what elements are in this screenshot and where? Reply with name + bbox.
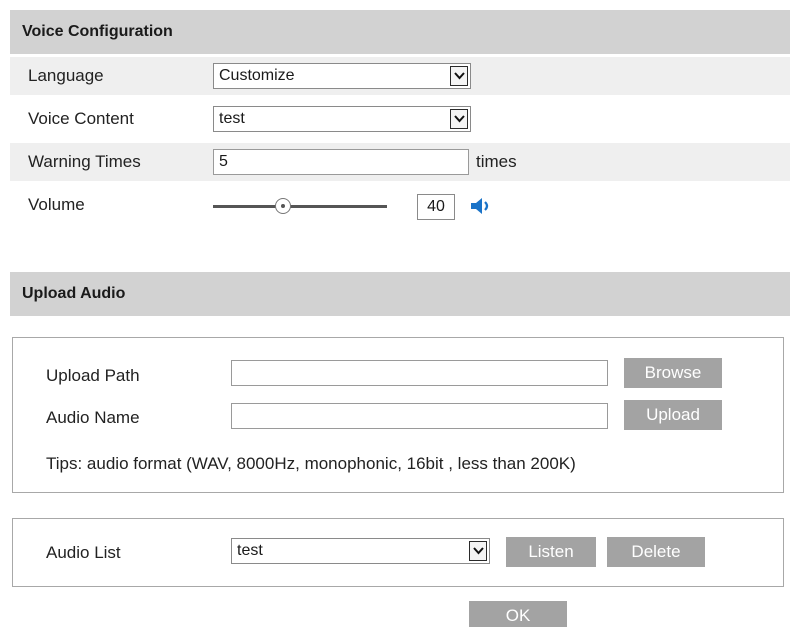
speaker-volume-icon[interactable] [470,196,496,221]
volume-slider-track[interactable] [213,205,387,208]
language-row: Language Customize [10,57,790,95]
volume-slider-thumb[interactable] [274,198,291,214]
language-select[interactable]: Customize [213,63,471,89]
voice-content-select-value: test [219,110,245,127]
audio-name-label: Audio Name [46,408,140,427]
chevron-down-icon[interactable] [450,66,468,86]
delete-button[interactable]: Delete [607,537,705,567]
warning-times-row: Warning Times times [10,143,790,181]
audio-name-input[interactable] [231,403,608,429]
audio-list-select-value: test [237,542,263,559]
voice-content-label: Voice Content [28,109,134,128]
language-label: Language [28,66,104,85]
volume-row: Volume 40 [10,186,790,224]
audio-list-panel: Audio List test Listen Delete [12,518,784,587]
voice-configuration-title: Voice Configuration [22,23,173,40]
voice-content-row: Voice Content test [10,100,790,138]
volume-label: Volume [28,195,85,214]
upload-button[interactable]: Upload [624,400,722,430]
chevron-down-icon[interactable] [469,541,487,561]
upload-path-input[interactable] [231,360,608,386]
warning-times-label: Warning Times [28,152,141,171]
upload-audio-panel: Upload Path Browse Audio Name Upload Tip… [12,337,784,493]
volume-value-box[interactable]: 40 [417,194,455,220]
audio-format-tips: Tips: audio format (WAV, 8000Hz, monopho… [46,454,576,473]
voice-configuration-header: Voice Configuration [10,10,790,54]
chevron-down-icon[interactable] [450,109,468,129]
listen-button[interactable]: Listen [506,537,596,567]
warning-times-input[interactable] [213,149,469,175]
ok-button[interactable]: OK [469,601,567,627]
audio-list-label: Audio List [46,543,121,562]
voice-content-select[interactable]: test [213,106,471,132]
audio-list-select[interactable]: test [231,538,490,564]
warning-times-unit: times [476,152,517,171]
upload-audio-title: Upload Audio [22,285,126,302]
upload-audio-header: Upload Audio [10,272,790,316]
browse-button[interactable]: Browse [624,358,722,388]
upload-path-label: Upload Path [46,366,140,385]
language-select-value: Customize [219,67,295,84]
